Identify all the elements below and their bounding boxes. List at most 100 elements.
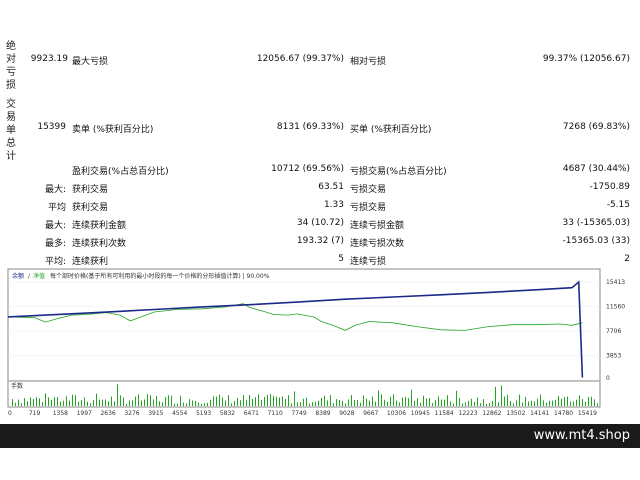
volume-bar — [135, 396, 136, 406]
x-tick-label: 10306 — [387, 410, 406, 417]
volume-bar — [438, 396, 439, 406]
volume-bar — [327, 400, 328, 406]
volume-bar — [276, 396, 277, 406]
volume-bar — [219, 394, 220, 406]
volume-bar — [18, 399, 19, 406]
volume-bar — [516, 400, 517, 406]
volume-bar — [225, 400, 226, 406]
volume-bar — [306, 397, 307, 406]
volume-bar — [195, 401, 196, 406]
y-tick-label: 7706 — [606, 328, 621, 335]
volume-bar — [372, 396, 373, 406]
volume-bar — [114, 401, 115, 406]
volume-bar — [165, 397, 166, 406]
volume-bar — [384, 399, 385, 406]
volume-bar — [279, 397, 280, 406]
average-consecutive-losses-value: 2 — [624, 254, 630, 264]
average-loss-label: 亏损交易 — [350, 203, 387, 213]
x-tick-label: 5832 — [220, 410, 235, 417]
volume-bar — [159, 401, 160, 406]
volume-bar — [501, 385, 502, 406]
volume-bar — [573, 401, 574, 406]
volume-bar — [411, 389, 412, 406]
volume-bar — [363, 395, 364, 406]
volume-bar — [468, 400, 469, 406]
volume-bar — [291, 403, 292, 406]
x-tick-label: 719 — [29, 410, 41, 417]
max-consecutive-profit-amount-label: 连续获利金额 — [72, 221, 127, 231]
x-tick-label: 3276 — [124, 410, 139, 417]
volume-bar — [255, 397, 256, 406]
volume-bar — [48, 397, 49, 406]
volume-bar — [12, 399, 13, 406]
largest-loss-value: -1750.89 — [589, 182, 630, 192]
volume-bar — [267, 394, 268, 406]
volume-bar — [150, 395, 151, 406]
largest-prefix: 最大: — [44, 185, 66, 195]
volume-bar — [300, 402, 301, 406]
legend-equity: 净值 — [33, 272, 45, 280]
volume-bar — [183, 402, 184, 406]
max-drawdown-label: 最大亏损 — [72, 57, 109, 67]
volume-bar — [537, 398, 538, 406]
volume-bar — [447, 395, 448, 406]
max-consecutive-losses-value: -15365.03 (33) — [562, 236, 630, 246]
volume-bar — [354, 399, 355, 406]
volume-bar — [90, 403, 91, 406]
volume-bar — [303, 398, 304, 406]
average-consecutive-wins-value: 5 — [338, 254, 344, 264]
volume-bar — [360, 402, 361, 406]
volume-bar — [375, 401, 376, 406]
x-tick-label: 5193 — [196, 410, 211, 417]
volume-bar — [51, 399, 52, 406]
average-consecutive-wins-label: 连续获利 — [72, 257, 109, 267]
volume-bar — [222, 397, 223, 406]
volume-bar — [216, 396, 217, 406]
sell-trades-value: 8131 (69.33%) — [276, 122, 344, 132]
y-tick-label: 3853 — [606, 353, 621, 360]
volume-bar — [264, 396, 265, 406]
volume-bar — [456, 390, 457, 406]
total-trades-value: 15399 — [37, 122, 66, 132]
volume-bar — [153, 399, 154, 406]
volume-bar — [417, 398, 418, 406]
volume-bar — [432, 403, 433, 406]
volume-bar — [450, 401, 451, 406]
max-consecutive-loss-amount-value: 33 (-15365.03) — [562, 218, 630, 228]
relative-drawdown-label: 相对亏损 — [350, 57, 387, 67]
volume-bar — [312, 402, 313, 406]
volume-bar — [522, 402, 523, 406]
volume-bar — [33, 399, 34, 406]
volume-bar — [345, 403, 346, 406]
volume-bar — [555, 399, 556, 406]
volume-bar — [81, 399, 82, 406]
volume-bar — [318, 400, 319, 406]
volume-bar — [201, 403, 202, 406]
volume-bar — [336, 399, 337, 406]
volume-bar — [378, 390, 379, 406]
volume-bar — [561, 398, 562, 406]
volume-bar — [273, 395, 274, 406]
max-drawdown-value: 12056.67 (99.37%) — [256, 54, 344, 64]
volume-bar — [282, 396, 283, 406]
volume-bar — [489, 403, 490, 406]
volume-bar — [93, 399, 94, 406]
volume-bar — [99, 399, 100, 406]
volume-bar — [210, 399, 211, 406]
average-consecutive-prefix: 平均: — [44, 257, 66, 267]
profit-trades-value: 10712 (69.56%) — [271, 164, 344, 174]
volume-bar — [228, 395, 229, 406]
volume-bar — [387, 401, 388, 406]
volume-bar — [258, 394, 259, 406]
volume-bar — [549, 400, 550, 406]
volume-bar — [192, 400, 193, 406]
volume-bar — [321, 398, 322, 406]
volume-bar — [453, 403, 454, 406]
volume-bar — [507, 394, 508, 406]
volume-bar — [486, 403, 487, 406]
volume-bar — [120, 395, 121, 406]
volume-bar — [504, 396, 505, 406]
volume-bar — [204, 403, 205, 406]
volume-bar — [342, 400, 343, 406]
volume-bar — [513, 403, 514, 406]
